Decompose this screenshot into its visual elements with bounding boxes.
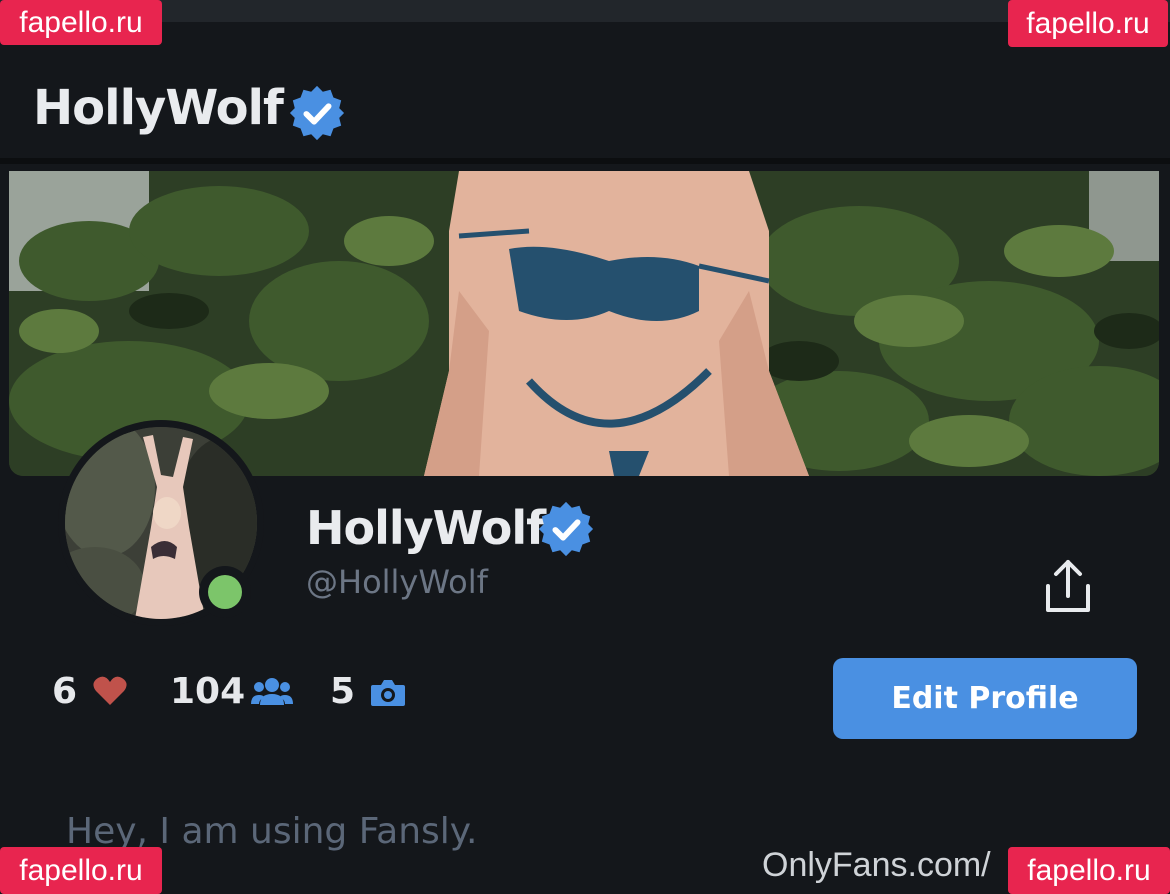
watermark-bottom-right: fapello.ru <box>1008 847 1170 894</box>
verified-badge-icon <box>537 500 595 558</box>
heart-icon <box>92 675 128 707</box>
camera-icon <box>370 678 406 708</box>
subscribers-count: 104 <box>170 671 246 712</box>
users-icon <box>251 677 293 707</box>
profile-header: HollyWolf <box>0 22 1170 164</box>
page-title: HollyWolf <box>33 80 284 136</box>
profile-handle[interactable]: @HollyWolf <box>306 566 488 598</box>
likes-count: 6 <box>52 671 78 712</box>
online-status-indicator <box>199 566 251 618</box>
watermark-top-right: fapello.ru <box>1008 0 1168 47</box>
watermark-bottom-left: fapello.ru <box>0 847 162 894</box>
share-button[interactable] <box>1040 556 1096 616</box>
watermark-top-left: fapello.ru <box>0 0 162 45</box>
verified-badge-icon <box>288 84 346 142</box>
footer-watermark: OnlyFans.com/ <box>762 846 991 884</box>
media-count: 5 <box>330 671 356 712</box>
share-icon <box>1040 560 1096 620</box>
profile-display-name: HollyWolf <box>306 501 546 555</box>
edit-profile-button[interactable]: Edit Profile <box>833 658 1137 739</box>
top-strip <box>0 0 1170 22</box>
